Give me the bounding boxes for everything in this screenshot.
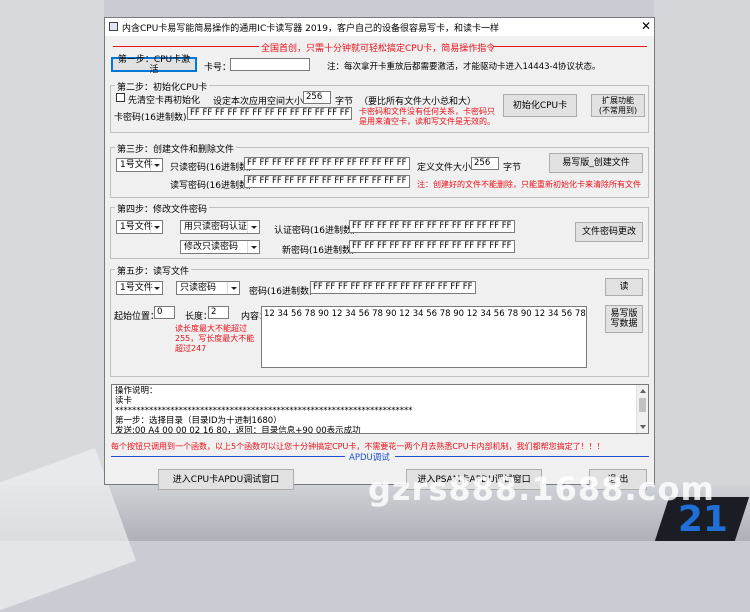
main-window: 内含CPU卡易写能简易操作的通用IC卡读写器 2019，客户自己的设备很容易写卡… <box>104 17 655 490</box>
space-size-input[interactable]: 256 <box>303 91 331 104</box>
card-key-input[interactable]: FF FF FF FF FF FF FF FF FF FF FF FF FF F… <box>187 107 352 120</box>
chevron-down-icon <box>150 159 162 171</box>
chevron-down-icon <box>247 241 259 253</box>
rw-password-mode-value: 只读密码 <box>180 283 217 293</box>
chevron-down-icon <box>150 282 162 294</box>
step5-group-title: 第五步：读写文件 <box>115 264 192 277</box>
cpu-apdu-debug-button[interactable]: 进入CPU卡APDU调试窗口 <box>158 469 294 490</box>
auth-key-input[interactable]: FF FF FF FF FF FF FF FF FF FF FF FF FF F… <box>349 220 515 233</box>
rw-file-select-value: 1号文件 <box>120 283 153 293</box>
init-cpu-card-button[interactable]: 初始化CPU卡 <box>503 94 577 117</box>
start-position-input[interactable]: 0 <box>154 306 175 319</box>
log-line: ****************************************… <box>115 406 413 416</box>
extended-functions-button[interactable]: 扩展功能 (不常用到) <box>591 94 645 117</box>
cpu-card-activate-button[interactable]: 第一步：CPU卡激活 <box>111 55 197 75</box>
log-line: 操作说明： <box>115 386 158 396</box>
space-size-hint: （要比所有文件大小总和大） <box>359 97 477 107</box>
card-number-label: 卡号： <box>204 63 232 73</box>
chevron-down-icon <box>227 282 239 294</box>
chevron-down-icon <box>150 221 162 233</box>
background-right-panel <box>654 0 750 541</box>
auth-mode-select-value: 用只读密码认证 <box>184 222 248 232</box>
change-mode-select[interactable]: 修改只读密码 <box>180 240 260 254</box>
length-input[interactable]: 2 <box>208 306 229 319</box>
read-button[interactable]: 读 <box>605 278 643 296</box>
scroll-down-icon[interactable] <box>640 425 646 429</box>
change-file-password-button[interactable]: 文件密码更改 <box>575 222 643 242</box>
log-textarea[interactable]: 操作说明： 读卡 *******************************… <box>111 384 649 434</box>
space-size-unit: 字节 <box>335 97 354 107</box>
file-size-input[interactable]: 256 <box>471 157 499 170</box>
card-number-field[interactable] <box>230 58 310 71</box>
log-scrollbar[interactable] <box>636 385 648 433</box>
file-size-unit: 字节 <box>503 163 522 173</box>
change-mode-select-value: 修改只读密码 <box>184 242 239 252</box>
create-file-select[interactable]: 1号文件 <box>116 158 163 172</box>
watermark-text: gzrs888.1688.com <box>368 470 715 508</box>
change-pwd-file-select-value: 1号文件 <box>120 222 153 232</box>
write-data-button[interactable]: 易写版 写数据 <box>605 305 643 333</box>
card-key-warning: 卡密码和文件没有任何关系，卡密码只是用来清空卡，读和写文件是无效的。 <box>359 107 495 126</box>
slogan-divider-right <box>493 46 647 47</box>
step2-group-title: 第二步：初始化CPU卡 <box>115 80 210 93</box>
readwrite-key-input[interactable]: FF FF FF FF FF FF FF FF FF FF FF FF FF F… <box>244 175 410 188</box>
app-icon <box>109 22 118 31</box>
chevron-down-icon <box>247 221 259 233</box>
create-file-button[interactable]: 易写版_创建文件 <box>549 153 643 173</box>
apdu-label: APDU调试 <box>349 453 390 463</box>
rw-password-input[interactable]: FF FF FF FF FF FF FF FF FF FF FF FF FF F… <box>310 281 476 294</box>
readonly-key-input[interactable]: FF FF FF FF FF FF FF FF FF FF FF FF FF F… <box>244 157 410 170</box>
scroll-up-icon[interactable] <box>640 389 646 393</box>
step3-group-title: 第三步：创建文件和删除文件 <box>115 142 237 155</box>
title-bar[interactable]: 内含CPU卡易写能简易操作的通用IC卡读写器 2019，客户自己的设备很容易写卡… <box>105 18 654 36</box>
auth-mode-select[interactable]: 用只读密码认证 <box>180 220 260 234</box>
close-button[interactable]: ✕ <box>639 19 653 34</box>
apdu-divider-right <box>395 456 649 457</box>
new-key-input[interactable]: FF FF FF FF FF FF FF FF FF FF FF FF FF F… <box>349 240 515 253</box>
scroll-thumb[interactable] <box>639 398 646 412</box>
start-position-label: 起始位置： <box>114 312 160 322</box>
create-file-select-value: 1号文件 <box>120 160 153 170</box>
clear-card-checkbox[interactable] <box>116 93 125 102</box>
slogan-text: 全国首创，只需十分钟就可轻松搞定CPU卡，简易操作指令 <box>261 44 496 54</box>
log-line: 第一步：选择目录（目录ID为十进制1680） <box>115 416 282 426</box>
rw-file-select[interactable]: 1号文件 <box>116 281 163 295</box>
create-file-note: 注：创建好的文件不能删除，只能重新初始化卡来清除所有文件 <box>417 180 641 189</box>
length-warning: 读长度最大不能超过255，写长度最大不能超过247 <box>175 324 255 353</box>
step4-group-title: 第四步：修改文件密码 <box>115 202 210 215</box>
apdu-divider-left <box>111 456 345 457</box>
log-line: 读卡 <box>115 396 133 406</box>
slogan-divider-left <box>113 46 259 47</box>
clear-card-label: 先清空卡再初始化 <box>128 96 201 106</box>
log-line: 发送:00 A4 00 00 02 16 80，返回：目录信息+90 00表示成… <box>115 426 361 434</box>
card-key-label: 卡密码(16进制数)： <box>114 113 196 123</box>
step1-note: 注：每次拿开卡重放后都需要激活，才能驱动卡进入14443-4协议状态。 <box>327 62 601 72</box>
space-size-label: 设定本次应用空间大小： <box>213 97 313 107</box>
change-pwd-file-select[interactable]: 1号文件 <box>116 220 163 234</box>
rw-password-mode-select[interactable]: 只读密码 <box>176 281 240 295</box>
window-title: 内含CPU卡易写能简易操作的通用IC卡读写器 2019，客户自己的设备很容易写卡… <box>122 24 500 34</box>
content-textarea[interactable]: 12 34 56 78 90 12 34 56 78 90 12 34 56 7… <box>261 306 587 368</box>
